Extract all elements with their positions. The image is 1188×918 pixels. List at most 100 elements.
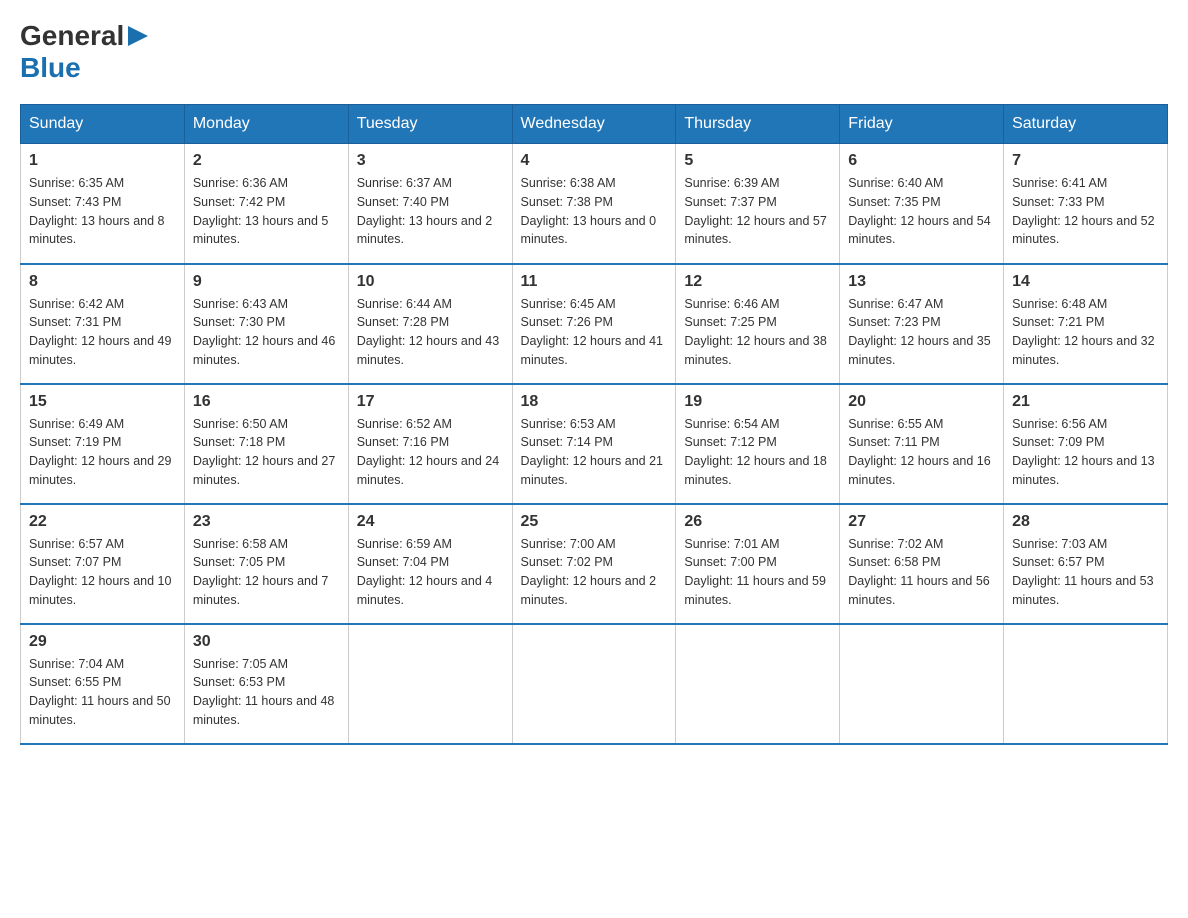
day-cell: 4 Sunrise: 6:38 AM Sunset: 7:38 PM Dayli… <box>512 144 676 264</box>
day-number: 26 <box>684 513 831 531</box>
logo: General Blue <box>20 20 152 84</box>
day-info: Sunrise: 6:47 AM Sunset: 7:23 PM Dayligh… <box>848 295 995 370</box>
column-header-friday: Friday <box>840 105 1004 144</box>
day-cell: 12 Sunrise: 6:46 AM Sunset: 7:25 PM Dayl… <box>676 264 840 384</box>
day-cell: 28 Sunrise: 7:03 AM Sunset: 6:57 PM Dayl… <box>1004 504 1168 624</box>
day-info: Sunrise: 6:40 AM Sunset: 7:35 PM Dayligh… <box>848 174 995 249</box>
day-cell: 9 Sunrise: 6:43 AM Sunset: 7:30 PM Dayli… <box>184 264 348 384</box>
day-cell: 21 Sunrise: 6:56 AM Sunset: 7:09 PM Dayl… <box>1004 384 1168 504</box>
column-header-thursday: Thursday <box>676 105 840 144</box>
column-header-saturday: Saturday <box>1004 105 1168 144</box>
day-cell: 17 Sunrise: 6:52 AM Sunset: 7:16 PM Dayl… <box>348 384 512 504</box>
day-cell <box>1004 624 1168 744</box>
day-number: 20 <box>848 393 995 411</box>
day-number: 7 <box>1012 152 1159 170</box>
day-number: 12 <box>684 273 831 291</box>
day-cell <box>676 624 840 744</box>
day-info: Sunrise: 6:57 AM Sunset: 7:07 PM Dayligh… <box>29 535 176 610</box>
day-number: 28 <box>1012 513 1159 531</box>
day-info: Sunrise: 6:42 AM Sunset: 7:31 PM Dayligh… <box>29 295 176 370</box>
column-header-monday: Monday <box>184 105 348 144</box>
day-cell: 16 Sunrise: 6:50 AM Sunset: 7:18 PM Dayl… <box>184 384 348 504</box>
week-row-3: 15 Sunrise: 6:49 AM Sunset: 7:19 PM Dayl… <box>21 384 1168 504</box>
day-cell: 23 Sunrise: 6:58 AM Sunset: 7:05 PM Dayl… <box>184 504 348 624</box>
day-info: Sunrise: 6:53 AM Sunset: 7:14 PM Dayligh… <box>521 415 668 490</box>
day-cell: 24 Sunrise: 6:59 AM Sunset: 7:04 PM Dayl… <box>348 504 512 624</box>
day-info: Sunrise: 7:04 AM Sunset: 6:55 PM Dayligh… <box>29 655 176 730</box>
day-cell: 18 Sunrise: 6:53 AM Sunset: 7:14 PM Dayl… <box>512 384 676 504</box>
day-cell: 3 Sunrise: 6:37 AM Sunset: 7:40 PM Dayli… <box>348 144 512 264</box>
day-cell: 5 Sunrise: 6:39 AM Sunset: 7:37 PM Dayli… <box>676 144 840 264</box>
column-header-wednesday: Wednesday <box>512 105 676 144</box>
day-number: 3 <box>357 152 504 170</box>
day-cell: 1 Sunrise: 6:35 AM Sunset: 7:43 PM Dayli… <box>21 144 185 264</box>
day-number: 2 <box>193 152 340 170</box>
day-cell: 8 Sunrise: 6:42 AM Sunset: 7:31 PM Dayli… <box>21 264 185 384</box>
day-number: 19 <box>684 393 831 411</box>
day-number: 4 <box>521 152 668 170</box>
day-cell: 6 Sunrise: 6:40 AM Sunset: 7:35 PM Dayli… <box>840 144 1004 264</box>
day-cell: 20 Sunrise: 6:55 AM Sunset: 7:11 PM Dayl… <box>840 384 1004 504</box>
day-cell: 29 Sunrise: 7:04 AM Sunset: 6:55 PM Dayl… <box>21 624 185 744</box>
page-header: General Blue <box>20 20 1168 84</box>
logo-icon: General Blue <box>20 20 152 84</box>
day-cell: 13 Sunrise: 6:47 AM Sunset: 7:23 PM Dayl… <box>840 264 1004 384</box>
day-info: Sunrise: 6:39 AM Sunset: 7:37 PM Dayligh… <box>684 174 831 249</box>
day-info: Sunrise: 6:56 AM Sunset: 7:09 PM Dayligh… <box>1012 415 1159 490</box>
day-number: 23 <box>193 513 340 531</box>
column-header-row: SundayMondayTuesdayWednesdayThursdayFrid… <box>21 105 1168 144</box>
day-cell: 10 Sunrise: 6:44 AM Sunset: 7:28 PM Dayl… <box>348 264 512 384</box>
day-cell: 2 Sunrise: 6:36 AM Sunset: 7:42 PM Dayli… <box>184 144 348 264</box>
day-cell <box>348 624 512 744</box>
day-number: 5 <box>684 152 831 170</box>
day-number: 24 <box>357 513 504 531</box>
column-header-sunday: Sunday <box>21 105 185 144</box>
day-info: Sunrise: 6:55 AM Sunset: 7:11 PM Dayligh… <box>848 415 995 490</box>
day-info: Sunrise: 7:01 AM Sunset: 7:00 PM Dayligh… <box>684 535 831 610</box>
day-info: Sunrise: 6:48 AM Sunset: 7:21 PM Dayligh… <box>1012 295 1159 370</box>
day-cell: 30 Sunrise: 7:05 AM Sunset: 6:53 PM Dayl… <box>184 624 348 744</box>
day-info: Sunrise: 6:49 AM Sunset: 7:19 PM Dayligh… <box>29 415 176 490</box>
logo-blue-text: Blue <box>20 52 81 83</box>
day-number: 27 <box>848 513 995 531</box>
day-cell: 27 Sunrise: 7:02 AM Sunset: 6:58 PM Dayl… <box>840 504 1004 624</box>
day-info: Sunrise: 6:44 AM Sunset: 7:28 PM Dayligh… <box>357 295 504 370</box>
day-number: 15 <box>29 393 176 411</box>
day-info: Sunrise: 6:58 AM Sunset: 7:05 PM Dayligh… <box>193 535 340 610</box>
day-info: Sunrise: 7:05 AM Sunset: 6:53 PM Dayligh… <box>193 655 340 730</box>
day-cell: 7 Sunrise: 6:41 AM Sunset: 7:33 PM Dayli… <box>1004 144 1168 264</box>
day-number: 18 <box>521 393 668 411</box>
day-number: 11 <box>521 273 668 291</box>
logo-general-text: General <box>20 20 124 52</box>
day-number: 14 <box>1012 273 1159 291</box>
day-number: 25 <box>521 513 668 531</box>
day-info: Sunrise: 7:02 AM Sunset: 6:58 PM Dayligh… <box>848 535 995 610</box>
day-cell: 26 Sunrise: 7:01 AM Sunset: 7:00 PM Dayl… <box>676 504 840 624</box>
day-cell: 25 Sunrise: 7:00 AM Sunset: 7:02 PM Dayl… <box>512 504 676 624</box>
day-info: Sunrise: 7:03 AM Sunset: 6:57 PM Dayligh… <box>1012 535 1159 610</box>
day-number: 1 <box>29 152 176 170</box>
day-number: 29 <box>29 633 176 651</box>
day-cell: 11 Sunrise: 6:45 AM Sunset: 7:26 PM Dayl… <box>512 264 676 384</box>
day-number: 9 <box>193 273 340 291</box>
day-info: Sunrise: 6:35 AM Sunset: 7:43 PM Dayligh… <box>29 174 176 249</box>
week-row-5: 29 Sunrise: 7:04 AM Sunset: 6:55 PM Dayl… <box>21 624 1168 744</box>
day-info: Sunrise: 6:54 AM Sunset: 7:12 PM Dayligh… <box>684 415 831 490</box>
day-cell <box>840 624 1004 744</box>
day-number: 17 <box>357 393 504 411</box>
day-info: Sunrise: 6:41 AM Sunset: 7:33 PM Dayligh… <box>1012 174 1159 249</box>
day-info: Sunrise: 6:36 AM Sunset: 7:42 PM Dayligh… <box>193 174 340 249</box>
day-info: Sunrise: 6:50 AM Sunset: 7:18 PM Dayligh… <box>193 415 340 490</box>
day-info: Sunrise: 6:46 AM Sunset: 7:25 PM Dayligh… <box>684 295 831 370</box>
day-number: 6 <box>848 152 995 170</box>
day-info: Sunrise: 6:45 AM Sunset: 7:26 PM Dayligh… <box>521 295 668 370</box>
day-cell: 14 Sunrise: 6:48 AM Sunset: 7:21 PM Dayl… <box>1004 264 1168 384</box>
day-info: Sunrise: 6:52 AM Sunset: 7:16 PM Dayligh… <box>357 415 504 490</box>
week-row-2: 8 Sunrise: 6:42 AM Sunset: 7:31 PM Dayli… <box>21 264 1168 384</box>
day-number: 22 <box>29 513 176 531</box>
column-header-tuesday: Tuesday <box>348 105 512 144</box>
day-cell <box>512 624 676 744</box>
day-number: 16 <box>193 393 340 411</box>
day-info: Sunrise: 6:59 AM Sunset: 7:04 PM Dayligh… <box>357 535 504 610</box>
week-row-4: 22 Sunrise: 6:57 AM Sunset: 7:07 PM Dayl… <box>21 504 1168 624</box>
